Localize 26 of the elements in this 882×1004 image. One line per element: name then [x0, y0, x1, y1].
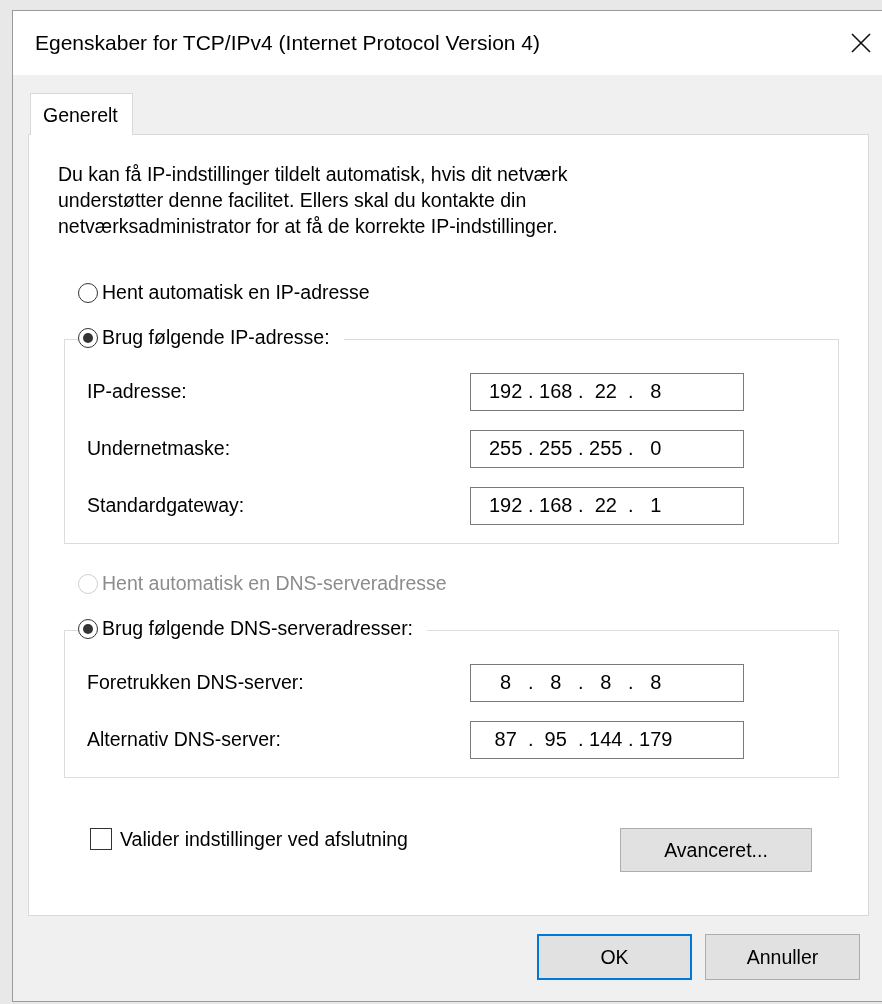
radio-button[interactable] — [78, 327, 98, 348]
ip-address-field[interactable]: 192 . 168 . 22 . 1 — [470, 486, 744, 525]
window-title: Egenskaber for TCP/IPv4 (Internet Protocol Version 4) — [35, 31, 541, 55]
ip-address-field[interactable]: 192 . 168 . 22 . 8 — [470, 372, 744, 411]
field-label: Alternativ DNS-server: — [87, 728, 281, 751]
ok-button[interactable]: OK — [537, 934, 692, 980]
field-label: Standardgateway: — [87, 494, 245, 517]
cancel-button[interactable]: Annuller — [705, 934, 860, 980]
ip-address-field[interactable]: 87 . 95 . 144 . 179 — [470, 720, 744, 759]
radio-label: Hent automatisk en IP-adresse — [102, 281, 370, 304]
radio-button[interactable] — [78, 282, 98, 303]
radio-button[interactable] — [78, 618, 98, 639]
radio-label: Hent automatisk en DNS-serveradresse — [102, 572, 447, 595]
ip-address-field[interactable]: 255 . 255 . 255 . 0 — [470, 429, 744, 468]
ip-address-field[interactable]: 8 . 8 . 8 . 8 — [470, 663, 744, 702]
field-label: Undernetmaske: — [87, 437, 231, 460]
radio-label: Brug følgende IP-adresse: — [102, 326, 330, 349]
advanced-button[interactable]: Avanceret... — [620, 828, 812, 872]
tab[interactable]: Generelt — [30, 93, 133, 135]
checkbox[interactable] — [90, 828, 112, 850]
description-text: Du kan få IP-indstillinger tildelt automatisk, hvis dit netværk understøtter denne facilitet. Ellers skal du kontakte din netværksadministrator for at få de korrekte IP-indstillinger. — [58, 162, 569, 239]
radio-label: Brug følgende DNS-serveradresser: — [102, 617, 414, 640]
field-label: Foretrukken DNS-server: — [87, 671, 304, 694]
checkbox-label: Valider indstillinger ved afslutning — [120, 827, 408, 851]
field-label: IP-adresse: — [87, 380, 187, 403]
close-icon[interactable] — [851, 33, 871, 53]
